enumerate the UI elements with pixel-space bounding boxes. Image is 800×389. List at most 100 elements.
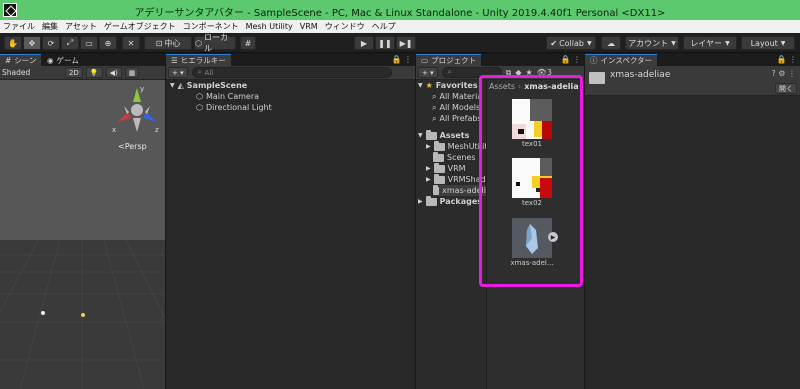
settings-icon[interactable]: ⚙ [778, 69, 785, 78]
folder-item[interactable]: ▶ VRM [426, 162, 466, 174]
menu-mesh-utility[interactable]: Mesh Utility [246, 22, 293, 31]
menu-dots-icon[interactable]: ⋮ [573, 55, 581, 64]
custom-tool-icon: ✕ [127, 38, 135, 48]
hand-tool-button[interactable]: ✋ [4, 36, 22, 50]
folder-item[interactable]: Scenes [433, 151, 476, 163]
tab-hierarchy[interactable]: ☰ ヒエラルキー [166, 54, 231, 66]
create-asset-dropdown[interactable]: + ▾ [418, 67, 438, 78]
rotate-tool-button[interactable]: ⟳ [42, 36, 60, 50]
menu-dots-icon[interactable]: ⋮ [404, 55, 412, 64]
lock-icon[interactable]: 🔒 [391, 55, 401, 64]
menu-file[interactable]: ファイル [3, 21, 35, 32]
mode-2d-toggle[interactable]: 2D [65, 67, 83, 78]
lighting-toggle[interactable]: 💡 [85, 67, 103, 78]
audio-toggle[interactable]: ◀) [105, 67, 122, 78]
pivot-toggle[interactable]: ⊡ 中心 [144, 36, 192, 50]
menu-dots-icon[interactable]: ⋮ [788, 69, 796, 78]
menu-dots-icon[interactable]: ⋮ [789, 55, 797, 64]
hierarchy-item-label: Directional Light [205, 103, 272, 112]
favorite-item[interactable]: ⌕ All Models [432, 102, 480, 113]
menu-window[interactable]: ウィンドウ [325, 21, 365, 32]
hierarchy-item[interactable]: ⬡ Directional Light [196, 102, 272, 113]
tab-inspector[interactable]: ⓘ インスペクター [585, 54, 658, 66]
hierarchy-search[interactable]: ⌕ All [191, 67, 392, 78]
layers-dropdown[interactable]: レイヤー ▼ [683, 36, 737, 50]
rect-tool-button[interactable]: ▭ [80, 36, 98, 50]
menu-component[interactable]: コンポーネント [183, 21, 239, 32]
assets-row[interactable]: ▼ Assets [418, 129, 469, 141]
projection-toggle[interactable]: <Persp [118, 142, 147, 151]
expand-arrow-icon: ▼ [170, 82, 175, 89]
hand-icon: ✋ [8, 38, 18, 48]
layout-label: Layout [750, 38, 778, 48]
hierarchy-item-label: Main Camera [205, 92, 260, 101]
play-button[interactable]: ▶ [354, 36, 374, 50]
tab-scene[interactable]: # シーン [0, 54, 42, 66]
open-button[interactable]: 開く [775, 83, 797, 94]
menu-edit[interactable]: 編集 [42, 21, 58, 32]
transform-icon: ⊕ [104, 38, 112, 48]
tab-project[interactable]: ▭ プロジェクト [416, 54, 482, 66]
custom-tool-button[interactable]: ✕ [122, 36, 140, 50]
camera-gizmo[interactable] [81, 313, 85, 317]
menu-vrm[interactable]: VRM [300, 22, 318, 31]
collab-dropdown[interactable]: ✔ Collab ▼ [546, 36, 596, 50]
transform-tool-button[interactable]: ⊕ [99, 36, 117, 50]
help-icon[interactable]: ? [771, 69, 775, 78]
favorite-item[interactable]: ⌕ All Prefabs [432, 113, 482, 124]
shading-mode-dropdown[interactable]: Shaded [2, 68, 62, 77]
chevron-down-icon: ▼ [725, 39, 730, 47]
gizmo-z-axis[interactable] [143, 112, 157, 122]
create-dropdown[interactable]: + ▾ [168, 67, 188, 78]
space-toggle[interactable]: ⬡ ローカル [194, 33, 236, 53]
hierarchy-item[interactable]: ⬡ Main Camera [196, 91, 259, 102]
light-gizmo[interactable] [41, 311, 45, 315]
lock-icon[interactable]: 🔒 [776, 55, 786, 64]
pivot-label: 中心 [164, 38, 181, 48]
hierarchy-tree: ▼ ◭ SampleScene ⬡ Main Camera ⬡ Directio… [166, 80, 415, 389]
scene-row[interactable]: ▼ ◭ SampleScene [170, 80, 247, 91]
lightbulb-icon: 💡 [89, 68, 99, 77]
favorite-item[interactable]: ⌕ All Materia [432, 91, 482, 102]
step-button[interactable]: ▶❚ [396, 36, 416, 50]
layers-label: レイヤー [690, 38, 723, 48]
menu-gameobject[interactable]: ゲームオブジェクト [104, 21, 176, 32]
hierarchy-icon: ☰ [171, 56, 178, 65]
gizmo-x-axis[interactable] [117, 112, 131, 122]
account-dropdown[interactable]: アカウント ▼ [625, 36, 679, 50]
cloud-button[interactable]: ☁ [601, 36, 621, 50]
scene-toolbar: Shaded 2D 💡 ◀) ▦ [0, 66, 165, 80]
favorites-row[interactable]: ▼ ★ Favorites [418, 80, 478, 91]
pause-button[interactable]: ❚❚ [375, 36, 395, 50]
inspector-header: xmas-adeliae ? ⚙ ⋮ 開く [585, 66, 800, 96]
gizmo-x-label: x [112, 126, 116, 134]
hierarchy-tabstrip: ☰ ヒエラルキー 🔒 ⋮ [166, 54, 415, 66]
move-icon: ✥ [28, 38, 36, 48]
folder-icon [433, 173, 445, 184]
scene-name: SampleScene [186, 81, 248, 90]
packages-row[interactable]: ▶ Packages [418, 195, 482, 207]
layout-dropdown[interactable]: Layout ▼ [741, 36, 795, 50]
tab-game-label: ゲーム [56, 55, 79, 65]
main-toolbar: ✋ ✥ ⟳ ⤢ ▭ ⊕ ✕ ⊡ 中心 ⬡ ローカル # ▶ ❚❚ ▶❚ ✔ Colla… [0, 33, 800, 53]
play-icon: ▶ [360, 38, 368, 48]
favorites-label: Favorites [435, 81, 478, 90]
star-icon: ★ [425, 81, 433, 90]
inspector-header-icons: ? ⚙ ⋮ [771, 69, 796, 78]
grid-snap-button[interactable]: # [240, 36, 256, 50]
menu-assets[interactable]: アセット [65, 21, 97, 32]
menu-help[interactable]: ヘルプ [372, 21, 396, 32]
effects-toggle[interactable]: ▦ [124, 67, 140, 78]
inspector-object-name: xmas-adeliae [610, 70, 671, 80]
scale-tool-button[interactable]: ⤢ [61, 36, 79, 50]
folder-icon [433, 140, 445, 151]
tab-project-label: プロジェクト [431, 56, 477, 65]
space-label: ローカル [203, 33, 228, 53]
orientation-gizmo[interactable]: y x z [112, 82, 162, 140]
move-tool-button[interactable]: ✥ [23, 36, 41, 50]
lock-icon[interactable]: 🔒 [560, 55, 570, 64]
scene-viewport[interactable]: y x z <Persp [0, 80, 165, 389]
tab-game[interactable]: ◉ ゲーム [42, 54, 84, 66]
expand-arrow-icon: ▼ [418, 82, 423, 89]
chevron-down-icon: ▼ [671, 39, 676, 47]
